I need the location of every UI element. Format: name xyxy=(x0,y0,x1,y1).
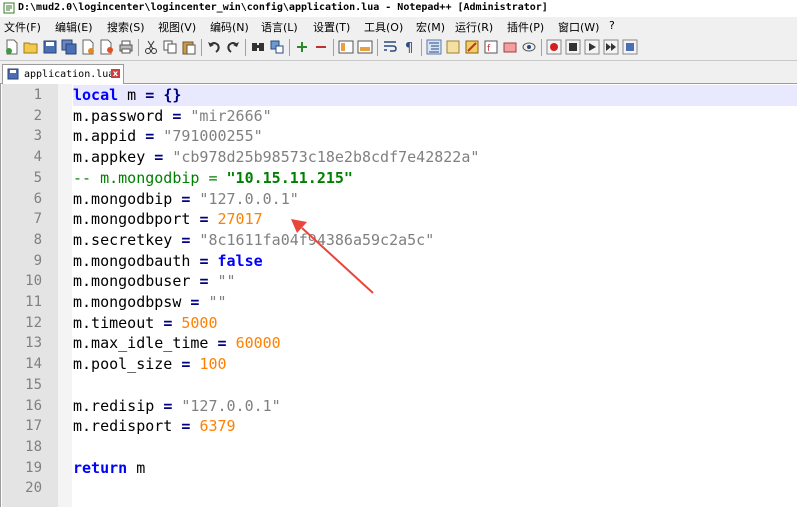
annotation-arrow-layer xyxy=(291,219,374,294)
annotation-arrow xyxy=(301,227,374,294)
